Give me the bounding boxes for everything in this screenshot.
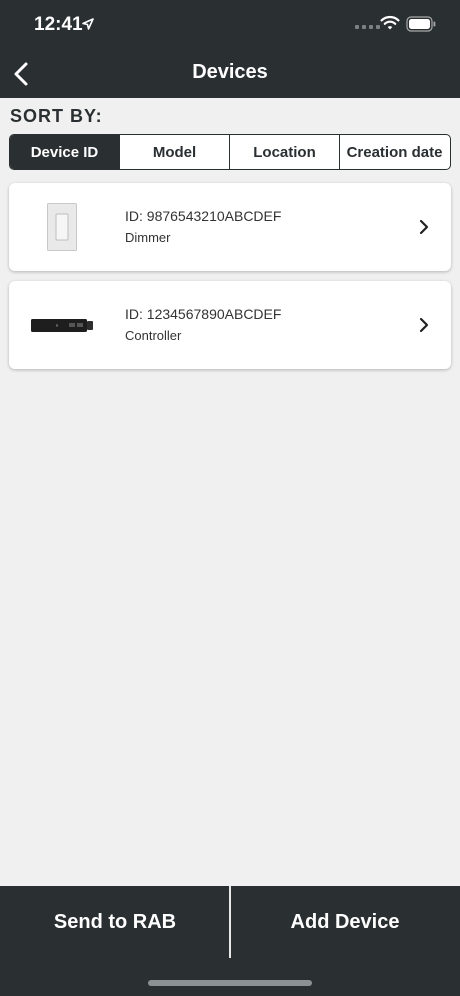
status-bar: 12:41 bbox=[0, 0, 460, 50]
controller-icon bbox=[31, 317, 95, 340]
device-card[interactable]: ID: 1234567890ABCDEF Controller bbox=[9, 281, 451, 369]
device-model: Controller bbox=[125, 328, 182, 343]
add-device-button[interactable]: Add Device bbox=[230, 886, 460, 958]
send-to-rab-button[interactable]: Send to RAB bbox=[0, 886, 230, 958]
sort-option-device-id[interactable]: Device ID bbox=[10, 135, 120, 169]
device-card[interactable]: ID: 9876543210ABCDEF Dimmer bbox=[9, 183, 451, 271]
bottom-bar-divider bbox=[229, 886, 231, 958]
top-bar: 12:41 Devices bbox=[0, 0, 460, 98]
sort-option-model[interactable]: Model bbox=[120, 135, 230, 169]
nav-bar: Devices bbox=[0, 50, 460, 98]
status-time: 12:41 bbox=[34, 14, 83, 35]
sort-option-creation-date[interactable]: Creation date bbox=[340, 135, 449, 169]
chevron-right-icon bbox=[417, 317, 431, 338]
sort-segmented-control: Device ID Model Location Creation date bbox=[9, 134, 451, 170]
sort-option-location[interactable]: Location bbox=[230, 135, 340, 169]
page-title: Devices bbox=[192, 61, 268, 83]
device-model: Dimmer bbox=[125, 230, 171, 245]
home-indicator[interactable] bbox=[148, 980, 312, 986]
device-id: ID: 1234567890ABCDEF bbox=[125, 306, 282, 322]
battery-icon bbox=[406, 16, 436, 37]
wall-dimmer-icon bbox=[47, 203, 77, 256]
device-id: ID: 9876543210ABCDEF bbox=[125, 208, 282, 224]
chevron-right-icon bbox=[417, 219, 431, 240]
location-arrow-icon bbox=[82, 17, 94, 35]
cellular-signal-icon bbox=[355, 25, 380, 29]
wifi-icon bbox=[380, 15, 400, 36]
sort-by-label: SORT BY: bbox=[10, 106, 103, 126]
